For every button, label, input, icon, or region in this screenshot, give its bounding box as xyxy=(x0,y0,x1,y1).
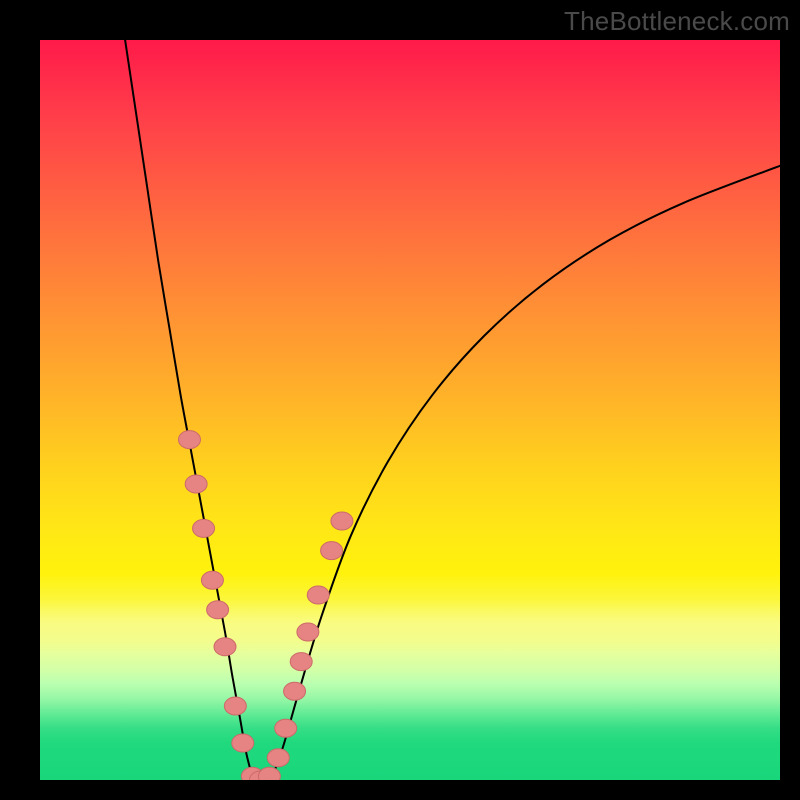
frame: TheBottleneck.com xyxy=(0,0,800,800)
data-marker xyxy=(275,719,297,737)
data-marker xyxy=(214,638,236,656)
data-marker xyxy=(267,749,289,767)
data-marker xyxy=(307,586,329,604)
data-marker xyxy=(258,767,280,780)
bottleneck-curve xyxy=(40,40,780,780)
data-marker xyxy=(232,734,254,752)
data-marker xyxy=(321,542,343,560)
data-markers xyxy=(178,431,352,780)
plot-area xyxy=(40,40,780,780)
data-marker xyxy=(284,682,306,700)
data-marker xyxy=(201,571,223,589)
data-marker xyxy=(185,475,207,493)
data-marker xyxy=(224,697,246,715)
data-marker xyxy=(297,623,319,641)
data-marker xyxy=(178,431,200,449)
watermark-text: TheBottleneck.com xyxy=(564,6,790,37)
data-marker xyxy=(290,653,312,671)
data-marker xyxy=(207,601,229,619)
data-marker xyxy=(331,512,353,530)
data-marker xyxy=(193,519,215,537)
curve-path xyxy=(125,40,780,780)
